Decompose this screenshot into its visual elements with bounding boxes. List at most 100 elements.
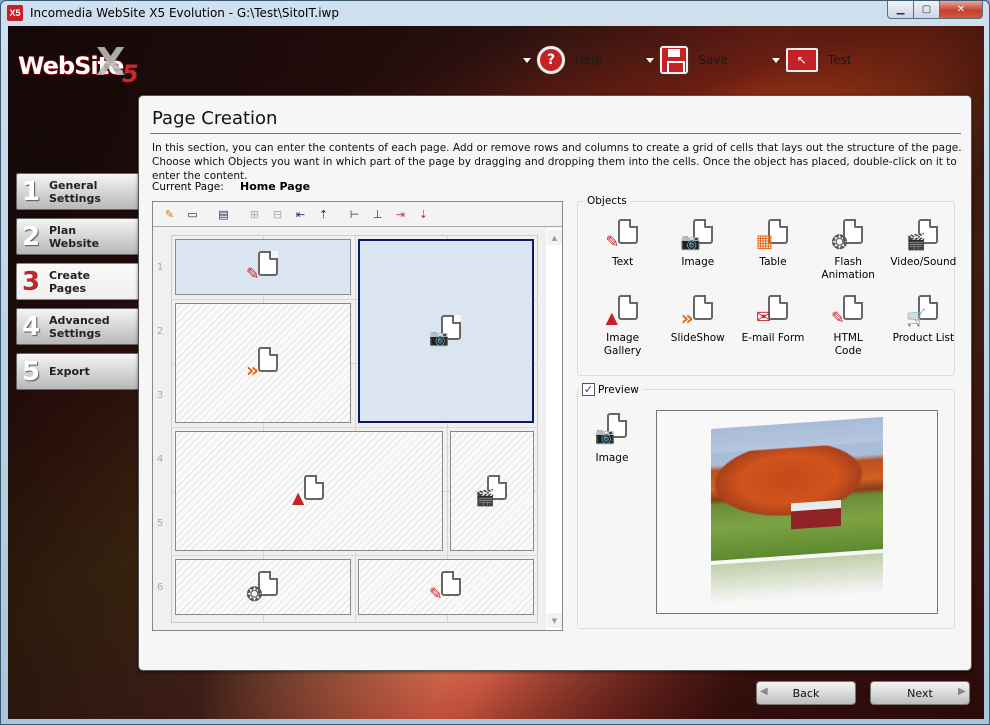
title-bar: X5 Incomedia WebSite X5 Evolution - G:\T… [1, 1, 989, 25]
step-advanced-settings[interactable]: 4 Advanced Settings [16, 308, 146, 345]
step-label: Plan Website [49, 223, 100, 250]
split-horizontal-icon[interactable]: ⊢ [346, 206, 363, 223]
step-label: Export [49, 365, 90, 378]
minimize-button[interactable]: ▁ [887, 1, 914, 19]
preview-checkbox[interactable]: ✓ [582, 383, 595, 396]
scroll-down-icon[interactable]: ▼ [547, 613, 562, 628]
dropdown-arrow-icon[interactable] [646, 57, 655, 63]
dropdown-arrow-icon[interactable] [523, 57, 531, 63]
object-label: Product List [892, 332, 955, 344]
step-label: Advanced Settings [49, 313, 110, 340]
step-label: General Settings [49, 178, 101, 205]
object-image[interactable]: 📷 Image [660, 218, 735, 294]
edit-cell-icon[interactable]: ✎ [161, 206, 178, 223]
help-label: Help [575, 53, 603, 67]
flash-animation-icon: ❂ [831, 218, 865, 252]
app-window: X5 Incomedia WebSite X5 Evolution - G:\T… [0, 0, 990, 725]
preview-image-frame [656, 410, 938, 614]
grid-cell-image[interactable]: 📷 [358, 239, 534, 423]
delete-row-icon[interactable]: ⇣ [415, 206, 432, 223]
maximize-icon: ▢ [921, 4, 932, 15]
grid-toolbar: ✎ ▭ ▤ ⊞ ⊟ ⇤ ⇡ ⊢ ⊥ ⇥ ⇣ [153, 202, 562, 227]
video-sound-icon: 🎬 [475, 474, 509, 508]
close-button[interactable]: ✕ [940, 1, 983, 19]
photo-reflection [711, 552, 883, 606]
websitex5-logo: WebSite X 5 [18, 40, 148, 88]
object-text[interactable]: ✎ Text [585, 218, 660, 294]
vertical-scrollbar[interactable]: ▲ ▼ [545, 228, 562, 630]
monitor-pointer-icon: ↖ [785, 48, 818, 72]
title-divider [150, 133, 961, 134]
object-label: HTML Code [833, 332, 863, 357]
object-label: Image [681, 256, 715, 268]
window-icon[interactable]: ▭ [184, 206, 201, 223]
step-number: 5 [21, 356, 41, 387]
dropdown-arrow-icon[interactable] [771, 57, 780, 63]
step-create-pages[interactable]: 3 Create Pages [16, 263, 148, 300]
object-label: Video/Sound [890, 256, 957, 268]
object-email-form[interactable]: ✉ E-mail Form [735, 294, 810, 370]
object-label: SlideShow [670, 332, 725, 344]
step-plan-website[interactable]: 2 Plan Website [16, 218, 146, 255]
object-label: Image Gallery [603, 332, 642, 357]
help-icon: ? [537, 46, 565, 74]
page-title: Page Creation [152, 108, 278, 129]
split-vertical-icon[interactable]: ⊥ [369, 206, 386, 223]
delete-column-icon[interactable]: ⇥ [392, 206, 409, 223]
next-label: Next [907, 686, 933, 700]
step-label: Create Pages [49, 268, 91, 295]
app-logo-icon: X5 [7, 5, 23, 21]
next-button[interactable]: Next ▶ [870, 681, 970, 705]
text-object-icon: ✎ [606, 218, 640, 252]
preview-label: Preview [598, 383, 639, 396]
step-general-settings[interactable]: 1 General Settings [16, 173, 146, 210]
object-product-list[interactable]: 🛒 Product List [886, 294, 961, 370]
grid-cell-slideshow[interactable]: » [175, 303, 351, 423]
add-column-icon[interactable]: ⊞ [246, 206, 263, 223]
slideshow-icon: » [246, 346, 280, 380]
object-flash-animation[interactable]: ❂ Flash Animation [811, 218, 886, 294]
minimize-icon: ▁ [896, 4, 905, 15]
insert-row-above-icon[interactable]: ⇡ [315, 206, 332, 223]
grid-cell-text[interactable]: ✎ [175, 239, 351, 295]
step-number: 4 [21, 311, 41, 342]
object-video-sound[interactable]: 🎬 Video/Sound [886, 218, 961, 294]
grid-cell-video-sound[interactable]: 🎬 [450, 431, 534, 551]
email-form-icon: ✉ [756, 294, 790, 328]
step-export[interactable]: 5 Export [16, 353, 146, 390]
objects-label: Objects [584, 195, 630, 207]
step-number: 1 [21, 176, 41, 207]
image-object-icon: 📷 [429, 314, 463, 348]
section-description: In this section, you can enter the conte… [152, 142, 962, 182]
floppy-disk-icon [660, 46, 689, 74]
insert-column-left-icon[interactable]: ⇤ [292, 206, 309, 223]
object-html-code[interactable]: ✎ HTML Code [811, 294, 886, 370]
objects-palette: ✎ Text 📷 Image ▦ Table ❂ Flash Animation… [585, 218, 961, 370]
merge-rows-icon[interactable]: ▤ [215, 206, 232, 223]
html-code-icon: ✎ [831, 294, 865, 328]
current-page-label: Current Page: [152, 181, 224, 193]
object-label: Table [759, 256, 787, 268]
add-row-icon[interactable]: ⊟ [269, 206, 286, 223]
html-code-icon: ✎ [429, 570, 463, 604]
chevron-right-icon: ▶ [958, 686, 966, 697]
save-button[interactable]: Save [646, 46, 728, 74]
object-image-gallery[interactable]: ▲ Image Gallery [585, 294, 660, 370]
back-button[interactable]: ◀ Back [756, 681, 856, 705]
grid-cell-image-gallery[interactable]: ▲ [175, 431, 443, 551]
grid-cell-html-code[interactable]: ✎ [358, 559, 534, 615]
test-label: Test [827, 53, 852, 67]
object-table[interactable]: ▦ Table [735, 218, 810, 294]
save-label: Save [698, 53, 728, 67]
window-title: Incomedia WebSite X5 Evolution - G:\Test… [30, 6, 339, 20]
video-sound-icon: 🎬 [906, 218, 940, 252]
help-button[interactable]: ? Help [523, 46, 602, 74]
client-area: WebSite X 5 ? Help Save ↖ Test 1 General… [8, 26, 984, 719]
test-button[interactable]: ↖ Test [771, 46, 852, 74]
grid-cell-flash-animation[interactable]: ❂ [175, 559, 351, 615]
object-slideshow[interactable]: » SlideShow [660, 294, 735, 370]
scroll-up-icon[interactable]: ▲ [547, 230, 562, 245]
preview-photo [711, 416, 883, 562]
row-number: 2 [156, 326, 164, 337]
maximize-button[interactable]: ▢ [914, 1, 940, 19]
